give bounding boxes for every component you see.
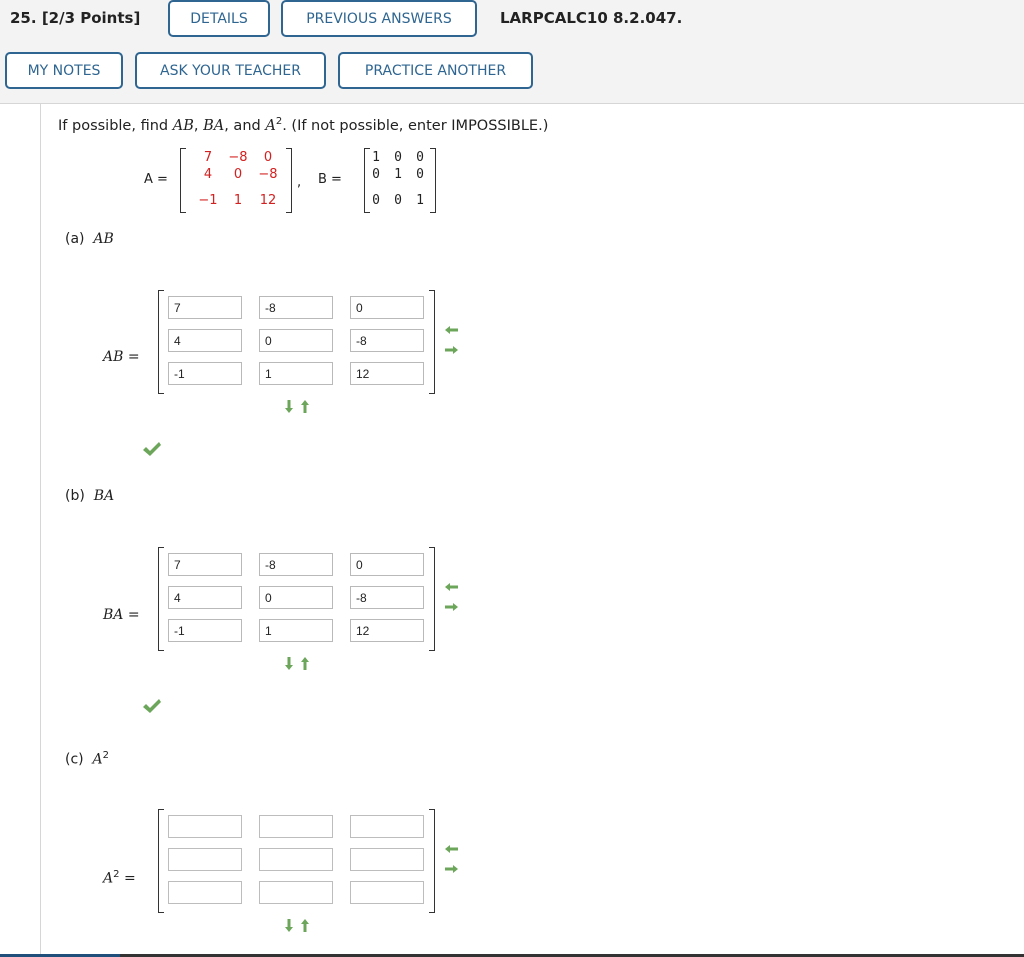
part-b-right-bracket (429, 547, 435, 651)
part-c-entry-r3c3[interactable] (350, 881, 424, 904)
practice-another-button[interactable]: PRACTICE ANOTHER (338, 52, 533, 89)
part-b-entry-r1c3[interactable] (350, 553, 424, 576)
matrix-a-cell: 4 (203, 167, 213, 182)
correct-checkmark-icon (143, 442, 161, 456)
part-a-entry-r1c2[interactable] (259, 296, 333, 319)
matrix-a-comma: , (297, 175, 302, 190)
part-c-entry-r1c1[interactable] (168, 815, 242, 838)
previous-answers-button[interactable]: PREVIOUS ANSWERS (281, 0, 477, 37)
matrix-a-cell: −8 (258, 167, 278, 182)
part-c-title: (c) A2 (65, 750, 110, 768)
part-a-entry-r1c1[interactable] (168, 296, 242, 319)
matrix-a-cell: 0 (233, 167, 243, 182)
add-row-down-arrow-icon[interactable] (285, 657, 293, 670)
matrix-a-label: A = (144, 172, 168, 187)
part-a-right-bracket (429, 290, 435, 394)
part-c-entry-r3c2[interactable] (259, 881, 333, 904)
part-a-entry-r2c3[interactable] (350, 329, 424, 352)
matrix-a-cell: 0 (263, 150, 273, 165)
part-c-entry-r3c1[interactable] (168, 881, 242, 904)
matrix-a-cell: −1 (198, 193, 218, 208)
my-notes-button[interactable]: MY NOTES (5, 52, 123, 89)
correct-checkmark-icon (143, 699, 161, 713)
part-b-entry-r3c3[interactable] (350, 619, 424, 642)
matrix-a-right-bracket (286, 148, 292, 213)
matrix-a-cell: 7 (203, 150, 213, 165)
matrix-b-cell: 0 (416, 150, 424, 165)
textbook-reference: LARPCALC10 8.2.047. (500, 9, 683, 27)
part-c-entry-r1c3[interactable] (350, 815, 424, 838)
add-column-right-arrow-icon[interactable] (445, 346, 458, 354)
question-prompt: If possible, find AB, BA, and A2. (If no… (58, 116, 549, 134)
part-b-title: (b) BA (65, 488, 115, 504)
matrix-b-cell: 1 (416, 193, 424, 208)
content-left-rule (40, 104, 41, 957)
matrix-b-cell: 0 (416, 167, 424, 182)
add-row-down-arrow-icon[interactable] (285, 919, 293, 932)
part-b-entry-r2c3[interactable] (350, 586, 424, 609)
part-b-entry-r2c2[interactable] (259, 586, 333, 609)
part-b-entry-r3c2[interactable] (259, 619, 333, 642)
question-title: 25. [2/3 Points] (10, 9, 140, 27)
remove-row-up-arrow-icon[interactable] (301, 919, 309, 932)
part-a-entry-r3c2[interactable] (259, 362, 333, 385)
part-c-equation-label: A2 = (103, 869, 136, 887)
remove-row-up-arrow-icon[interactable] (301, 657, 309, 670)
part-c-entry-r2c3[interactable] (350, 848, 424, 871)
part-c-entry-r2c2[interactable] (259, 848, 333, 871)
part-a-left-bracket (158, 290, 164, 394)
part-c-left-bracket (158, 809, 164, 913)
details-button[interactable]: DETAILS (168, 0, 270, 37)
part-a-entry-r1c3[interactable] (350, 296, 424, 319)
part-c-entry-r2c1[interactable] (168, 848, 242, 871)
ask-your-teacher-button[interactable]: ASK YOUR TEACHER (135, 52, 326, 89)
part-c-right-bracket (429, 809, 435, 913)
add-row-down-arrow-icon[interactable] (285, 400, 293, 413)
part-a-entry-r2c1[interactable] (168, 329, 242, 352)
part-b-left-bracket (158, 547, 164, 651)
part-a-entry-r3c1[interactable] (168, 362, 242, 385)
add-column-right-arrow-icon[interactable] (445, 865, 458, 873)
matrix-b-label: B = (318, 172, 342, 187)
add-column-right-arrow-icon[interactable] (445, 603, 458, 611)
remove-row-up-arrow-icon[interactable] (301, 400, 309, 413)
matrix-a-cell: 12 (259, 193, 277, 208)
part-a-equation-label: AB = (103, 349, 140, 365)
question-points: [2/3 Points] (41, 9, 141, 27)
part-a-entry-r3c3[interactable] (350, 362, 424, 385)
part-a-entry-r2c2[interactable] (259, 329, 333, 352)
part-b-entry-r2c1[interactable] (168, 586, 242, 609)
part-a-title: (a) AB (65, 231, 114, 247)
part-b-equation-label: BA = (103, 607, 140, 623)
part-b-entry-r1c1[interactable] (168, 553, 242, 576)
part-c-entry-r1c2[interactable] (259, 815, 333, 838)
question-number: 25. (10, 9, 37, 27)
part-b-entry-r3c1[interactable] (168, 619, 242, 642)
matrix-a-cell: −8 (228, 150, 248, 165)
matrix-a-cell: 1 (233, 193, 243, 208)
part-b-entry-r1c2[interactable] (259, 553, 333, 576)
remove-column-left-arrow-icon[interactable] (445, 326, 458, 334)
matrix-a-left-bracket (180, 148, 186, 213)
remove-column-left-arrow-icon[interactable] (445, 845, 458, 853)
remove-column-left-arrow-icon[interactable] (445, 583, 458, 591)
